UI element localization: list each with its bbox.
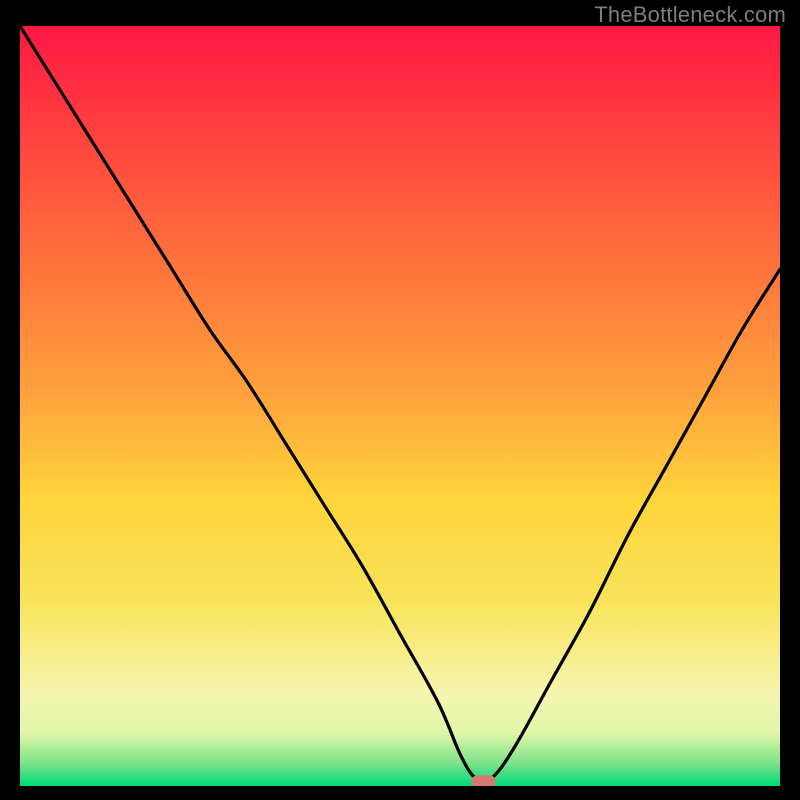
watermark-text: TheBottleneck.com: [594, 2, 786, 28]
bottleneck-plot: [20, 26, 780, 786]
chart-svg: [20, 26, 780, 786]
optimal-marker: [472, 775, 496, 786]
gradient-background: [20, 26, 780, 786]
chart-frame: TheBottleneck.com: [0, 0, 800, 800]
